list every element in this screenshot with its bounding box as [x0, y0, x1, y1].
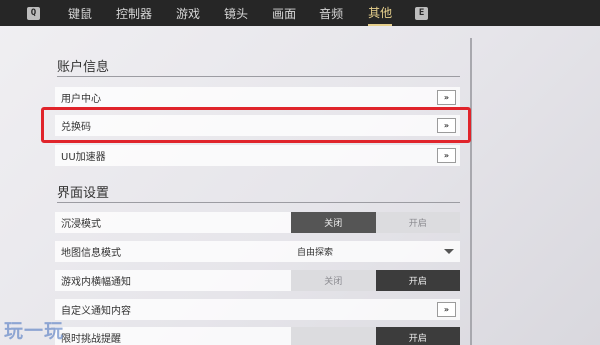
tab-audio[interactable]: 音频	[319, 0, 343, 26]
toggle-off-option[interactable]	[291, 327, 376, 345]
row-label: 兑换码	[61, 122, 91, 133]
row-redeem-code[interactable]: 兑换码 »	[55, 115, 460, 136]
watermark-logo: 玩一玩	[4, 320, 65, 342]
tab-other[interactable]: 其他	[368, 0, 393, 26]
toggle-on-option[interactable]: 开启	[375, 270, 460, 291]
select-value: 自由探索	[297, 248, 334, 258]
tab-game[interactable]: 游戏	[176, 0, 200, 26]
row-user-center[interactable]: 用户中心 »	[55, 87, 460, 108]
q-key-icon[interactable]: Q	[27, 6, 40, 20]
scrollbar[interactable]	[470, 38, 472, 345]
tab-camera[interactable]: 镜头	[224, 0, 248, 26]
row-uu-accelerator[interactable]: UU加速器 »	[55, 145, 460, 166]
immersive-mode-toggle[interactable]: 关闭 开启	[291, 212, 460, 233]
challenge-reminder-toggle[interactable]: 开启	[291, 327, 460, 345]
row-banner-notification: 游戏内横幅通知 关闭 开启	[55, 270, 460, 291]
toggle-on-option[interactable]: 开启	[375, 212, 460, 233]
uu-accelerator-open-button[interactable]: »	[437, 148, 456, 163]
row-label: 用户中心	[61, 94, 101, 105]
tab-keyboard-mouse[interactable]: 键鼠	[68, 0, 92, 26]
banner-notification-toggle[interactable]: 关闭 开启	[291, 270, 460, 291]
redeem-code-open-button[interactable]: »	[437, 118, 456, 133]
row-challenge-reminder: 限时挑战提醒 开启	[55, 327, 460, 345]
row-map-info-mode: 地图信息模式 自由探索	[55, 241, 460, 262]
toggle-off-option[interactable]: 关闭	[291, 270, 376, 291]
map-info-mode-select[interactable]: 自由探索	[291, 241, 460, 262]
row-label: 自定义通知内容	[61, 306, 131, 317]
custom-notification-open-button[interactable]: »	[437, 302, 456, 317]
e-key-icon[interactable]: E	[415, 6, 429, 20]
tab-controller[interactable]: 控制器	[116, 0, 152, 26]
row-immersive-mode: 沉浸模式 关闭 开启	[55, 212, 460, 233]
user-center-open-button[interactable]: »	[437, 90, 456, 105]
section-divider	[57, 76, 460, 77]
row-custom-notification[interactable]: 自定义通知内容 »	[55, 299, 460, 320]
top-nav: Q 键鼠 控制器 游戏 镜头 画面 音频 其他 E	[0, 0, 600, 26]
section-title-interface: 界面设置	[57, 186, 110, 201]
toggle-off-option[interactable]: 关闭	[291, 212, 376, 233]
section-divider	[57, 202, 460, 203]
chevron-down-icon	[444, 249, 454, 254]
toggle-on-option[interactable]: 开启	[375, 327, 460, 345]
section-title-account: 账户信息	[57, 60, 110, 75]
row-label: UU加速器	[61, 152, 106, 163]
tab-graphics[interactable]: 画面	[272, 0, 296, 26]
